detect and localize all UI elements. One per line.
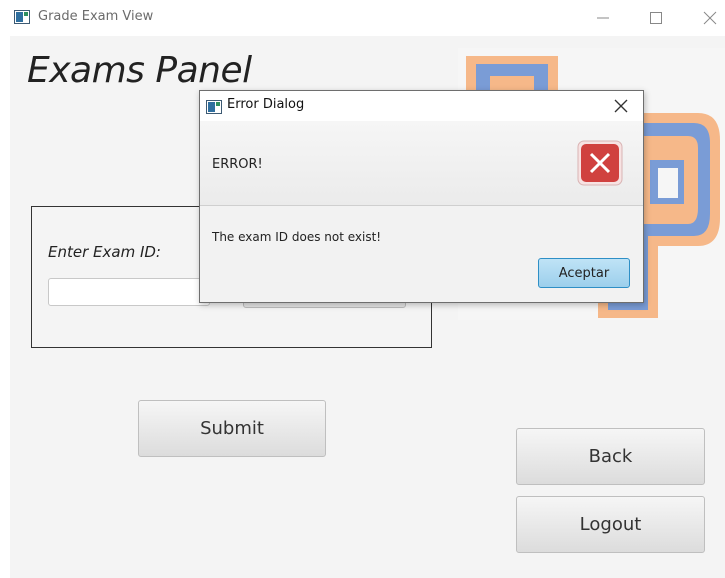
grade-exam-window: Grade Exam View Exams Panel Enter Exam I… [0, 0, 725, 578]
dialog-close-icon[interactable] [612, 97, 630, 115]
error-dialog: Error Dialog ERROR! The exam ID does not… [199, 90, 644, 303]
app-icon [14, 10, 30, 24]
ok-button[interactable]: Aceptar [538, 258, 630, 288]
window-title: Grade Exam View [38, 9, 154, 24]
dialog-message: The exam ID does not exist! [212, 230, 382, 244]
submit-button[interactable]: Submit [138, 400, 326, 457]
dialog-titlebar[interactable]: Error Dialog [200, 91, 643, 121]
error-x-icon [577, 140, 623, 186]
exam-id-label: Enter Exam ID: [48, 243, 161, 261]
back-button[interactable]: Back [516, 428, 705, 485]
dialog-header-text: ERROR! [212, 157, 263, 172]
dialog-title: Error Dialog [227, 97, 305, 112]
maximize-icon[interactable] [636, 0, 676, 36]
minimize-icon[interactable] [583, 0, 623, 36]
dialog-app-icon [206, 99, 222, 118]
exam-id-input[interactable] [48, 278, 210, 306]
logout-button[interactable]: Logout [516, 496, 705, 553]
page-title: Exams Panel [27, 50, 252, 91]
close-icon[interactable] [690, 0, 725, 36]
dialog-header: ERROR! [200, 121, 643, 206]
window-titlebar[interactable]: Grade Exam View [0, 0, 725, 36]
